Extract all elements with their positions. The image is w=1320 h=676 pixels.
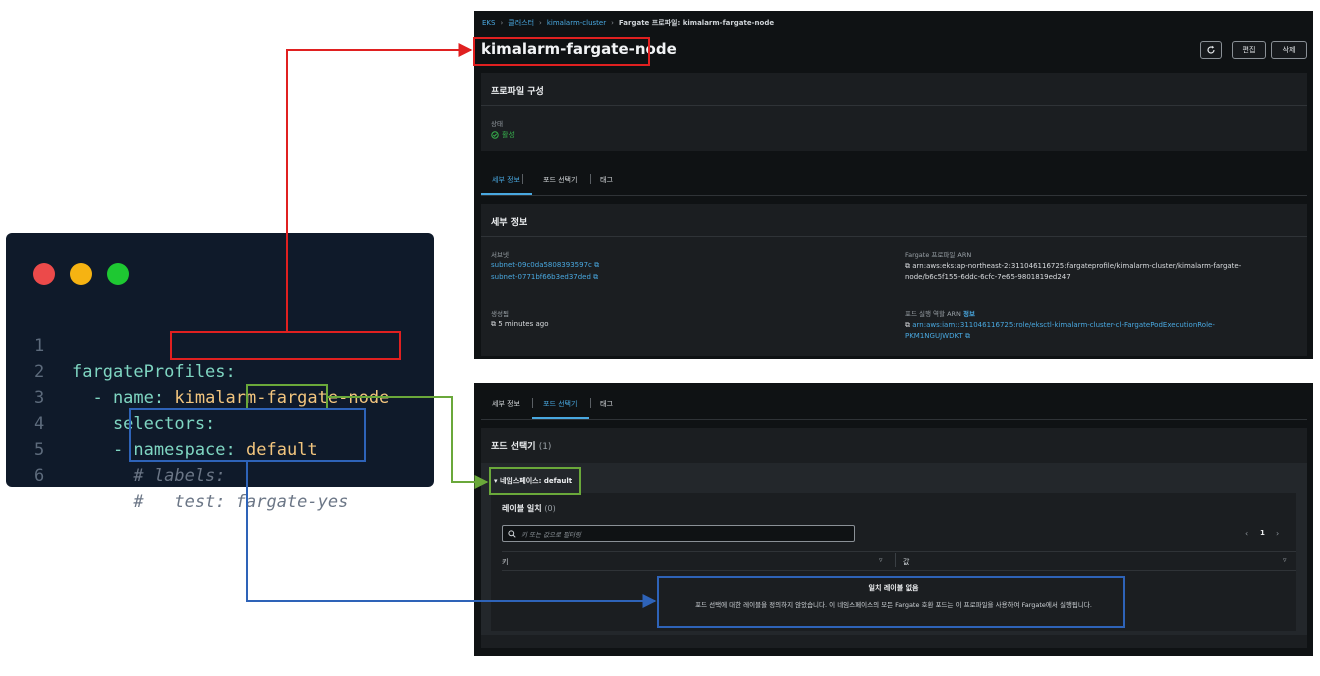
annotation-arrows — [246, 43, 657, 608]
red-connector-arrow — [286, 43, 473, 331]
green-connector-arrow — [328, 396, 489, 489]
